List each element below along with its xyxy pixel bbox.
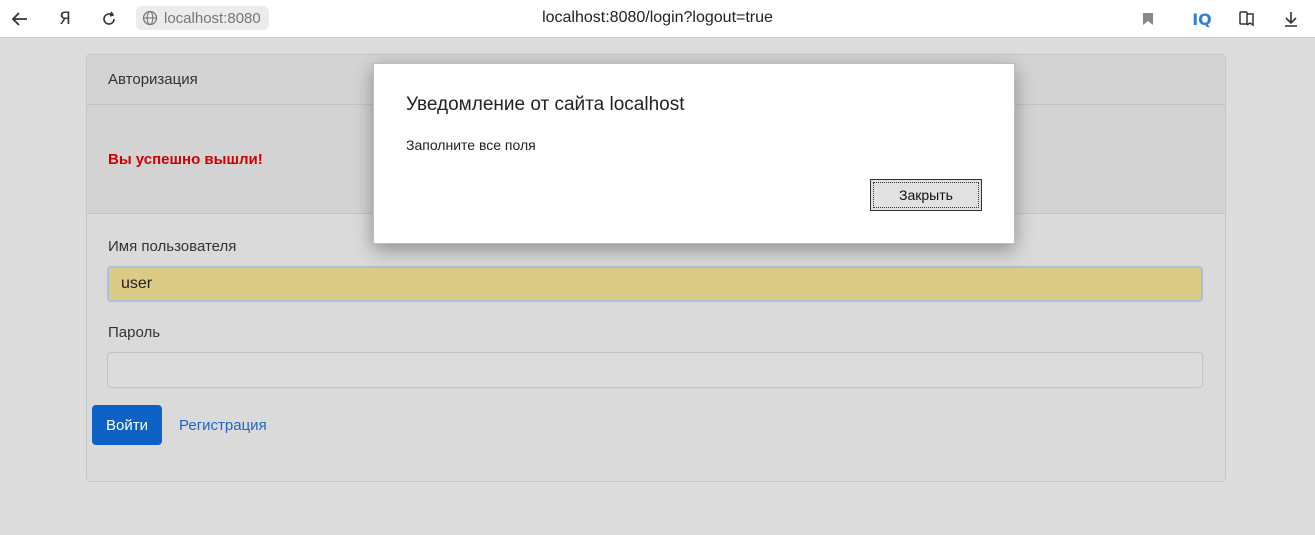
dialog-message: Заполните все поля xyxy=(406,137,536,153)
password-input[interactable] xyxy=(107,352,1203,388)
browser-toolbar: Я localhost:8080 localhost:8080/login?lo… xyxy=(0,0,1315,38)
iq-icon[interactable]: IQ xyxy=(1191,8,1213,30)
logout-message: Вы успешно вышли! xyxy=(108,151,263,168)
username-label: Имя пользователя xyxy=(108,238,237,255)
register-link[interactable]: Регистрация xyxy=(179,417,267,434)
bookmark-icon[interactable] xyxy=(1137,8,1159,30)
password-label: Пароль xyxy=(108,324,161,341)
login-button[interactable]: Войти xyxy=(92,405,162,445)
username-input[interactable]: user xyxy=(107,266,1203,302)
address-bar-url[interactable]: localhost:8080/login?logout=true xyxy=(0,9,1315,27)
dialog-title: Уведомление от сайта localhost xyxy=(406,94,685,115)
download-icon[interactable] xyxy=(1280,8,1302,30)
card-title: Авторизация xyxy=(108,71,198,88)
dialog-close-button[interactable]: Закрыть xyxy=(870,179,982,211)
alert-dialog: Уведомление от сайта localhost Заполните… xyxy=(373,63,1015,244)
collections-icon[interactable] xyxy=(1236,8,1258,30)
